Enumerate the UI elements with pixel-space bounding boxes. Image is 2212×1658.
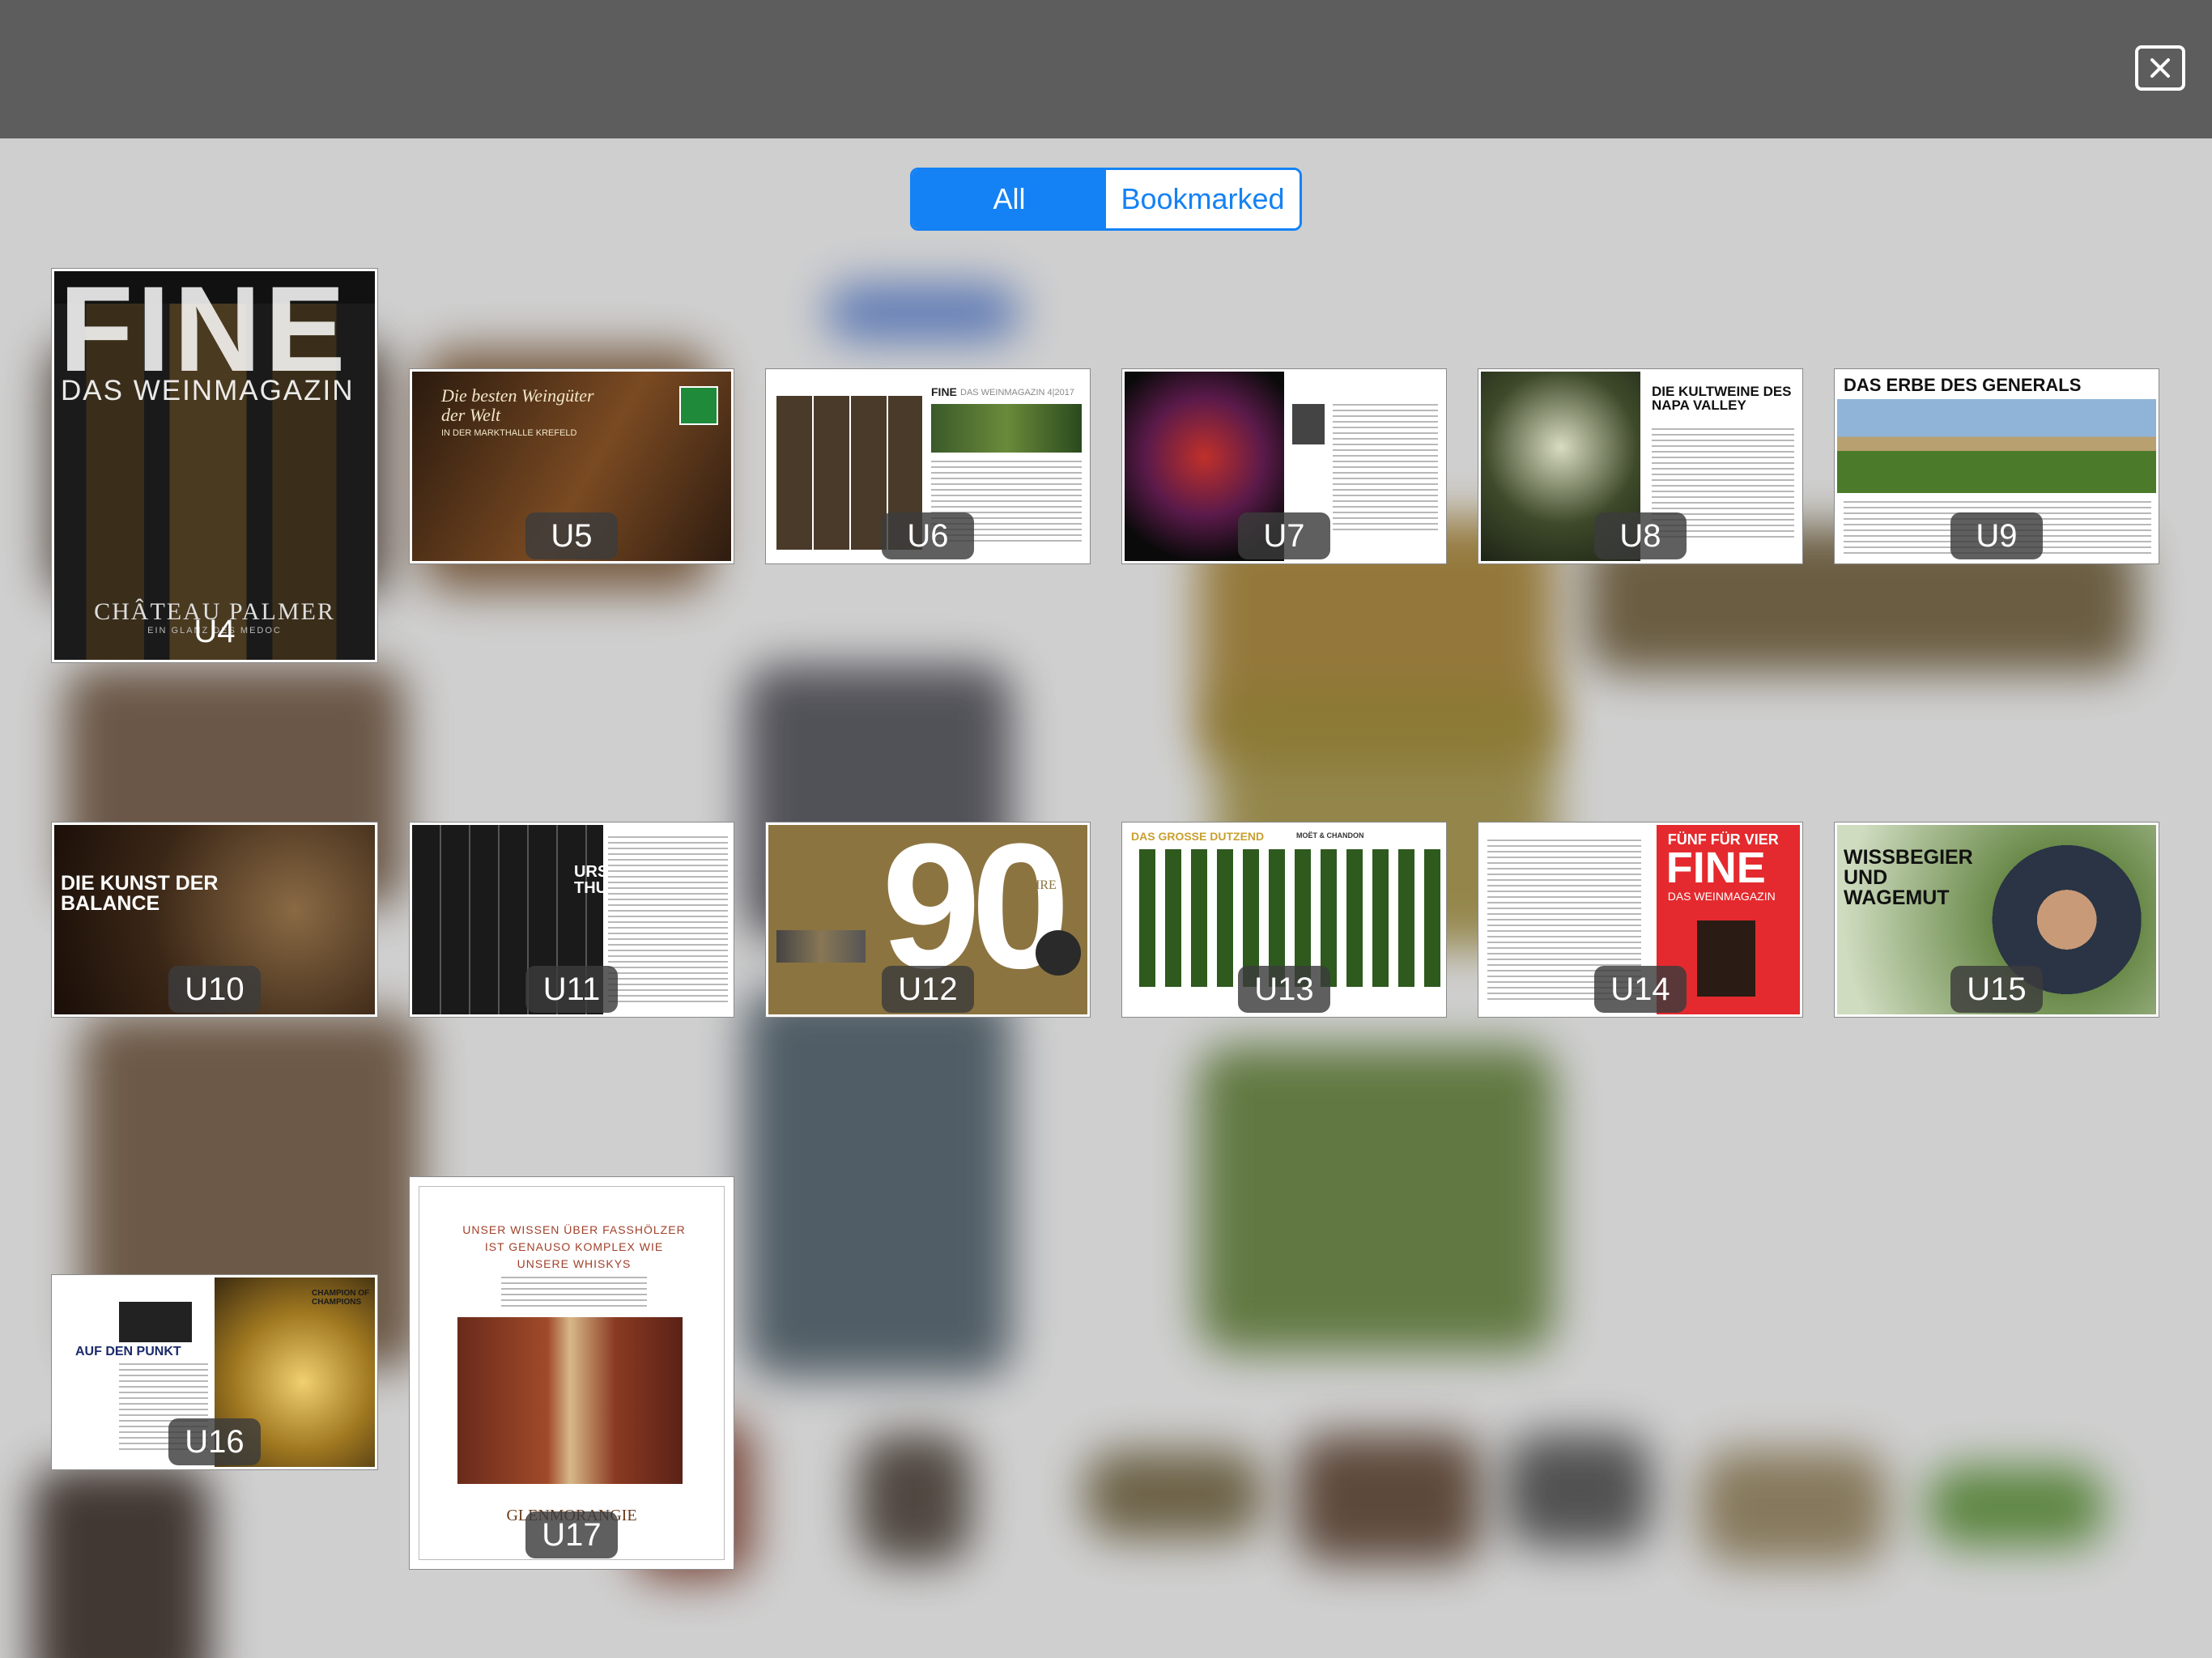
page-label: U8 (1594, 512, 1687, 559)
page-thumbnail-u5[interactable]: Die besten Weingüter der Welt IN DER MAR… (410, 369, 734, 563)
page-thumbnail-u10[interactable]: DIE KUNST DER BALANCE U10 (52, 823, 377, 1017)
bottles-image (931, 404, 1082, 453)
page-thumbnail-u15[interactable]: WISSBEGIER UND WAGEMUT U15 (1835, 823, 2159, 1017)
page-label: U5 (525, 512, 618, 559)
chateau-vineyard-image (1837, 399, 2156, 493)
close-button[interactable] (2135, 45, 2185, 91)
page-title: Die besten Weingüter der Welt (441, 385, 594, 426)
filter-segmented-control: All Bookmarked (910, 168, 1302, 231)
page-subtitle: MOËT & CHANDON (1296, 831, 1364, 840)
page-subtitle: CHAMPION OF CHAMPIONS (312, 1289, 370, 1307)
page-thumbnail-u4[interactable]: FINE DAS WEINMAGAZIN CHÂTEAU PALMER EIN … (52, 269, 377, 662)
page-label: U9 (1950, 512, 2043, 559)
page-label: U7 (1238, 512, 1330, 559)
page-thumbnail-u6[interactable]: FINE DAS WEINMAGAZIN 4|2017 U6 (766, 369, 1090, 563)
page-label: U15 (1950, 966, 2043, 1013)
page-subtitle: IN DER MARKTHALLE KREFELD (441, 428, 577, 438)
text-columns (608, 836, 729, 1003)
page-label: U14 (1594, 966, 1687, 1013)
magazine-cover-image (1696, 920, 1755, 997)
cover-subtitle: DAS WEINMAGAZIN (61, 375, 355, 406)
sackmann-logo (1036, 930, 1081, 976)
page-title: AUF DEN PUNKT (75, 1345, 181, 1358)
filter-all-tab[interactable]: All (912, 170, 1106, 228)
page-thumbnail-u8[interactable]: DIE KULTWEINE DES NAPA VALLEY U8 (1478, 369, 1802, 563)
page-thumbnail-u9[interactable]: DAS ERBE DES GENERALS U9 (1835, 369, 2159, 563)
portrait-image (119, 1302, 192, 1342)
page-label: U16 (168, 1418, 261, 1465)
close-icon (2150, 58, 2170, 78)
portrait-image (1292, 404, 1325, 444)
page-thumbnail-u16[interactable]: AUF DEN PUNKT CHAMPION OF CHAMPIONS U16 (52, 1275, 377, 1469)
page-label: U13 (1238, 966, 1330, 1013)
page-label: U10 (168, 966, 261, 1013)
cover-masthead: FINE (59, 269, 349, 397)
page-title: URSULA THURNER (574, 863, 603, 897)
page-label: U17 (525, 1511, 618, 1558)
page-label: U12 (882, 966, 974, 1013)
page-title: DAS ERBE DES GENERALS (1844, 375, 2082, 395)
page-title: DIE KULTWEINE DES NAPA VALLEY (1652, 384, 1792, 413)
page-title: DIE KUNST DER BALANCE (61, 872, 219, 915)
page-thumbnail-u14[interactable]: FÜNF FÜR VIER FINE DAS WEINMAGAZIN U14 (1478, 823, 1802, 1017)
page-title: UNSER WISSEN ÜBER FASSHÖLZER IST GENAUSO… (462, 1223, 686, 1270)
page-title: DAS GROSSE DUTZEND (1131, 830, 1265, 843)
right-page (603, 825, 731, 1014)
cask-wood-image (457, 1317, 683, 1484)
filter-bookmarked-tab[interactable]: Bookmarked (1106, 170, 1300, 228)
page-label: U6 (882, 512, 974, 559)
page-thumbnail-u7[interactable]: U7 (1122, 369, 1446, 563)
top-toolbar (0, 0, 2212, 138)
page-subtitle: DAS WEINMAGAZIN 4|2017 (960, 388, 1075, 397)
page-label: U4 (194, 613, 236, 649)
page-thumbnail-u12[interactable]: 90 JAHRE U12 (766, 823, 1090, 1017)
page-label: U11 (525, 966, 618, 1013)
building-images (776, 930, 866, 963)
page-tagline: DAS WEINMAGAZIN (1667, 890, 1776, 903)
text-columns (1333, 404, 1438, 534)
ad-copy (501, 1277, 647, 1309)
page-title: FINE (931, 385, 957, 398)
page-thumbnail-u13[interactable]: DAS GROSSE DUTZEND MOËT & CHANDON U13 (1122, 823, 1446, 1017)
page-subtitle: FINE (1665, 844, 1766, 892)
page-thumbnail-u17[interactable]: UNSER WISSEN ÜBER FASSHÖLZER IST GENAUSO… (410, 1177, 734, 1569)
page-thumbnail-u11[interactable]: URSULA THURNER U11 (410, 823, 734, 1017)
page-title: WISSBEGIER UND WAGEMUT (1844, 846, 1973, 909)
page-subtitle: JAHRE (1016, 878, 1057, 892)
markthalle-logo (679, 386, 718, 425)
